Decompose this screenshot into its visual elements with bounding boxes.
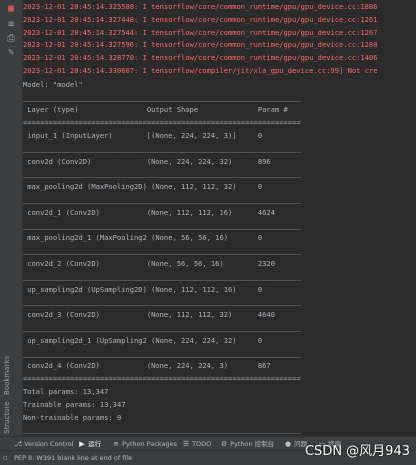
error-log-line: 2023-12-01 20:45:14.325588: I tensorflow… [23,2,378,11]
packages-icon: ≋ [113,440,119,448]
error-log-line: 2023-12-01 20:45:14.327448: I tensorflow… [23,14,378,24]
error-log-line: 2023-12-01 20:45:14.327544: I tensorflow… [23,27,378,37]
tab-version-control[interactable]: ⎇ Version Control [14,439,74,449]
structure-tab[interactable]: Structure [3,398,17,434]
model-summary-line: Model: "model" [23,79,83,89]
tab-run[interactable]: ▶ 运行 [78,439,101,449]
model-summary-line: Non-trainable params: 0 [23,412,122,422]
error-log-line: 2023-12-01 20:45:14.330607: I tensorflow… [23,66,378,75]
tab-todo[interactable]: ☰ TODO [182,439,211,449]
console-scrollbar[interactable] [408,0,414,436]
model-summary-line: Trainable params: 13,347 [23,399,126,409]
tab-label: Version Control [24,440,74,448]
model-summary-line: ________________________________________… [23,348,301,358]
model-summary-line: Layer (type) Output Shape Param # [23,105,288,115]
model-summary-line: ________________________________________… [23,220,301,230]
model-summary-line: ========================================… [23,118,301,128]
tab-label: 运行 [88,440,102,448]
problems-icon: ● [284,440,292,448]
scroll-icon[interactable]: ≡ [4,18,18,32]
model-summary-line: ________________________________________… [23,143,301,153]
model-summary-line: conv2d_2 (Conv2D) (None, 56, 56, 16) 232… [23,259,275,268]
model-summary-line: ________________________________________… [23,246,301,256]
model-summary-line: up_sampling2d_1 (UpSampling2 (None, 224,… [23,335,263,345]
model-summary-line: max_pooling2d (MaxPooling2D) (None, 112,… [23,182,263,192]
python-console-icon: ⚙ [220,440,228,448]
model-summary-line: ________________________________________… [23,92,301,102]
csdn-watermark: CSDN @风月943 [304,444,410,459]
tab-label: Python 控制台 [230,440,275,448]
model-summary-line: ________________________________________… [23,169,301,179]
status-square-icon[interactable]: ▫ [3,454,11,462]
print-icon[interactable]: ⎙ [4,32,18,46]
error-log-line: 2023-12-01 20:45:14.327596: I tensorflow… [23,40,378,50]
model-summary-line: conv2d_1 (Conv2D) (None, 112, 112, 16) 4… [23,207,275,217]
status-message: PEP 8: W391 blank line at end of file [14,454,133,462]
bookmarks-tab[interactable]: Bookmarks [3,355,17,395]
tab-python-packages[interactable]: ≋ Python Packages [112,439,177,449]
model-summary-line: Total params: 13,347 [23,387,109,396]
error-log-line: 2023-12-01 20:45:14.328770: I tensorflow… [23,53,378,63]
todo-icon: ☰ [182,440,190,448]
model-summary-line: ________________________________________… [23,297,301,307]
version-control-icon: ⎇ [14,440,23,448]
model-summary-line: conv2d_3 (Conv2D) (None, 112, 112, 32) 4… [23,310,275,320]
model-summary-line: ________________________________________… [23,323,301,332]
tab-label: TODO [192,440,212,448]
tab-problems[interactable]: ● 问题 [284,439,307,449]
run-icon: ▶ [79,440,85,448]
model-summary-line: ________________________________________… [23,195,301,204]
pin-icon[interactable]: ✎ [4,46,18,60]
model-summary-line: max_pooling2d_1 (MaxPooling2 (None, 56, … [23,233,263,243]
model-summary-line: conv2d (Conv2D) (None, 224, 224, 32) 896 [23,156,271,166]
stop-icon[interactable]: ■ [4,2,18,16]
tab-label: Python Packages [122,440,178,448]
left-tool-strip: ■ ≡ ⎙ ✎ Bookmarks Structure [0,0,23,436]
model-summary-line: ________________________________________… [23,271,301,281]
model-summary-line: ========================================… [23,374,301,384]
model-summary-line: input_1 (InputLayer) [(None, 224, 224, 3… [23,131,263,140]
model-summary-line: ________________________________________… [23,425,301,435]
model-summary-line: up_sampling2d (UpSampling2D) (None, 112,… [23,284,263,294]
tab-python-console[interactable]: ⚙ Python 控制台 [220,439,274,449]
model-summary-line: conv2d_4 (Conv2D) (None, 224, 224, 3) 86… [23,361,271,371]
